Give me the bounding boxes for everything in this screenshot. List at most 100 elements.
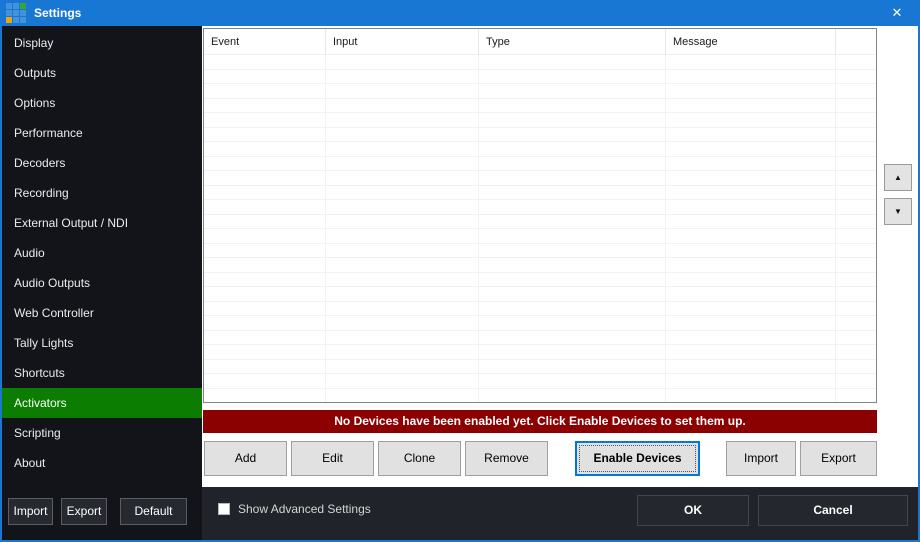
activators-import-button[interactable]: Import	[726, 441, 796, 476]
table-cell	[204, 113, 326, 127]
table-cell	[479, 374, 666, 388]
enable-devices-button[interactable]: Enable Devices	[575, 441, 700, 476]
table-cell	[326, 84, 479, 98]
sidebar-item-tally-lights[interactable]: Tally Lights	[2, 328, 202, 358]
sidebar-item-scripting[interactable]: Scripting	[2, 418, 202, 448]
table-row[interactable]	[204, 287, 876, 302]
logo-square-blue	[13, 17, 19, 23]
table-row[interactable]	[204, 157, 876, 172]
table-cell	[666, 273, 836, 287]
table-cell	[479, 258, 666, 272]
sidebar-item-recording[interactable]: Recording	[2, 178, 202, 208]
table-cell	[326, 302, 479, 316]
table-row[interactable]	[204, 360, 876, 375]
column-header-input[interactable]: Input	[326, 29, 479, 55]
table-cell	[204, 157, 326, 171]
table-row[interactable]	[204, 215, 876, 230]
table-cell	[326, 316, 479, 330]
column-header-event[interactable]: Event	[204, 29, 326, 55]
table-row[interactable]	[204, 128, 876, 143]
sidebar-item-options[interactable]: Options	[2, 88, 202, 118]
table-row[interactable]	[204, 244, 876, 259]
sidebar-item-external-output-ndi[interactable]: External Output / NDI	[2, 208, 202, 238]
sidebar-item-display[interactable]: Display	[2, 28, 202, 58]
table-row[interactable]	[204, 200, 876, 215]
table-cell	[204, 331, 326, 345]
table-row[interactable]	[204, 273, 876, 288]
table-row[interactable]	[204, 316, 876, 331]
move-down-button[interactable]: ▼	[884, 198, 912, 225]
logo-square-blue	[13, 3, 19, 9]
edit-button[interactable]: Edit	[291, 441, 374, 476]
table-row[interactable]	[204, 331, 876, 346]
remove-button[interactable]: Remove	[465, 441, 548, 476]
table-cell	[479, 345, 666, 359]
close-icon[interactable]: ✕	[876, 0, 918, 26]
logo-square-green	[20, 3, 26, 9]
table-cell	[204, 287, 326, 301]
table-cell	[479, 70, 666, 84]
table-row[interactable]	[204, 99, 876, 114]
column-header-type[interactable]: Type	[479, 29, 666, 55]
table-cell	[326, 331, 479, 345]
table-header-row: EventInputTypeMessage	[204, 29, 876, 55]
table-cell	[479, 389, 666, 403]
table-row[interactable]	[204, 345, 876, 360]
table-cell	[666, 331, 836, 345]
table-cell	[479, 273, 666, 287]
settings-export-button[interactable]: Export	[61, 498, 107, 525]
show-advanced-checkbox[interactable]	[218, 503, 230, 515]
ok-button[interactable]: OK	[637, 495, 749, 526]
activators-export-button[interactable]: Export	[800, 441, 877, 476]
table-row[interactable]	[204, 142, 876, 157]
table-cell	[326, 200, 479, 214]
table-row[interactable]	[204, 302, 876, 317]
table-row[interactable]	[204, 113, 876, 128]
table-cell	[204, 273, 326, 287]
sidebar-item-shortcuts[interactable]: Shortcuts	[2, 358, 202, 388]
table-row[interactable]	[204, 258, 876, 273]
vmix-logo-icon	[6, 3, 27, 24]
table-cell	[326, 99, 479, 113]
table-row[interactable]	[204, 389, 876, 403]
column-header-message[interactable]: Message	[666, 29, 836, 55]
sidebar-item-activators[interactable]: Activators	[2, 388, 202, 418]
logo-square-blue	[20, 10, 26, 16]
sidebar-item-decoders[interactable]: Decoders	[2, 148, 202, 178]
table-row[interactable]	[204, 229, 876, 244]
logo-square-blue	[6, 3, 12, 9]
table-row[interactable]	[204, 374, 876, 389]
table-cell	[666, 99, 836, 113]
settings-window: Settings ✕ DisplayOutputsOptionsPerforma…	[0, 0, 920, 542]
table-body[interactable]	[204, 55, 876, 402]
sidebar-item-about[interactable]: About	[2, 448, 202, 478]
table-row[interactable]	[204, 70, 876, 85]
table-cell	[326, 70, 479, 84]
sidebar-item-performance[interactable]: Performance	[2, 118, 202, 148]
add-button[interactable]: Add	[204, 441, 287, 476]
table-row[interactable]	[204, 186, 876, 201]
logo-square-orange	[6, 17, 12, 23]
cancel-button[interactable]: Cancel	[758, 495, 908, 526]
settings-default-button[interactable]: Default	[120, 498, 187, 525]
settings-import-button[interactable]: Import	[8, 498, 53, 525]
table-cell	[479, 186, 666, 200]
sidebar-item-web-controller[interactable]: Web Controller	[2, 298, 202, 328]
table-row[interactable]	[204, 84, 876, 99]
table-row[interactable]	[204, 55, 876, 70]
table-row[interactable]	[204, 171, 876, 186]
sidebar-item-outputs[interactable]: Outputs	[2, 58, 202, 88]
sidebar-item-audio-outputs[interactable]: Audio Outputs	[2, 268, 202, 298]
table-cell	[666, 302, 836, 316]
table-cell	[204, 374, 326, 388]
table-cell	[666, 171, 836, 185]
table-cell	[326, 258, 479, 272]
sidebar-item-audio[interactable]: Audio	[2, 238, 202, 268]
table-cell	[326, 345, 479, 359]
table-cell	[204, 171, 326, 185]
move-up-button[interactable]: ▲	[884, 164, 912, 191]
table-cell	[666, 374, 836, 388]
clone-button[interactable]: Clone	[378, 441, 461, 476]
activators-table[interactable]: EventInputTypeMessage	[203, 28, 877, 403]
table-cell	[204, 316, 326, 330]
